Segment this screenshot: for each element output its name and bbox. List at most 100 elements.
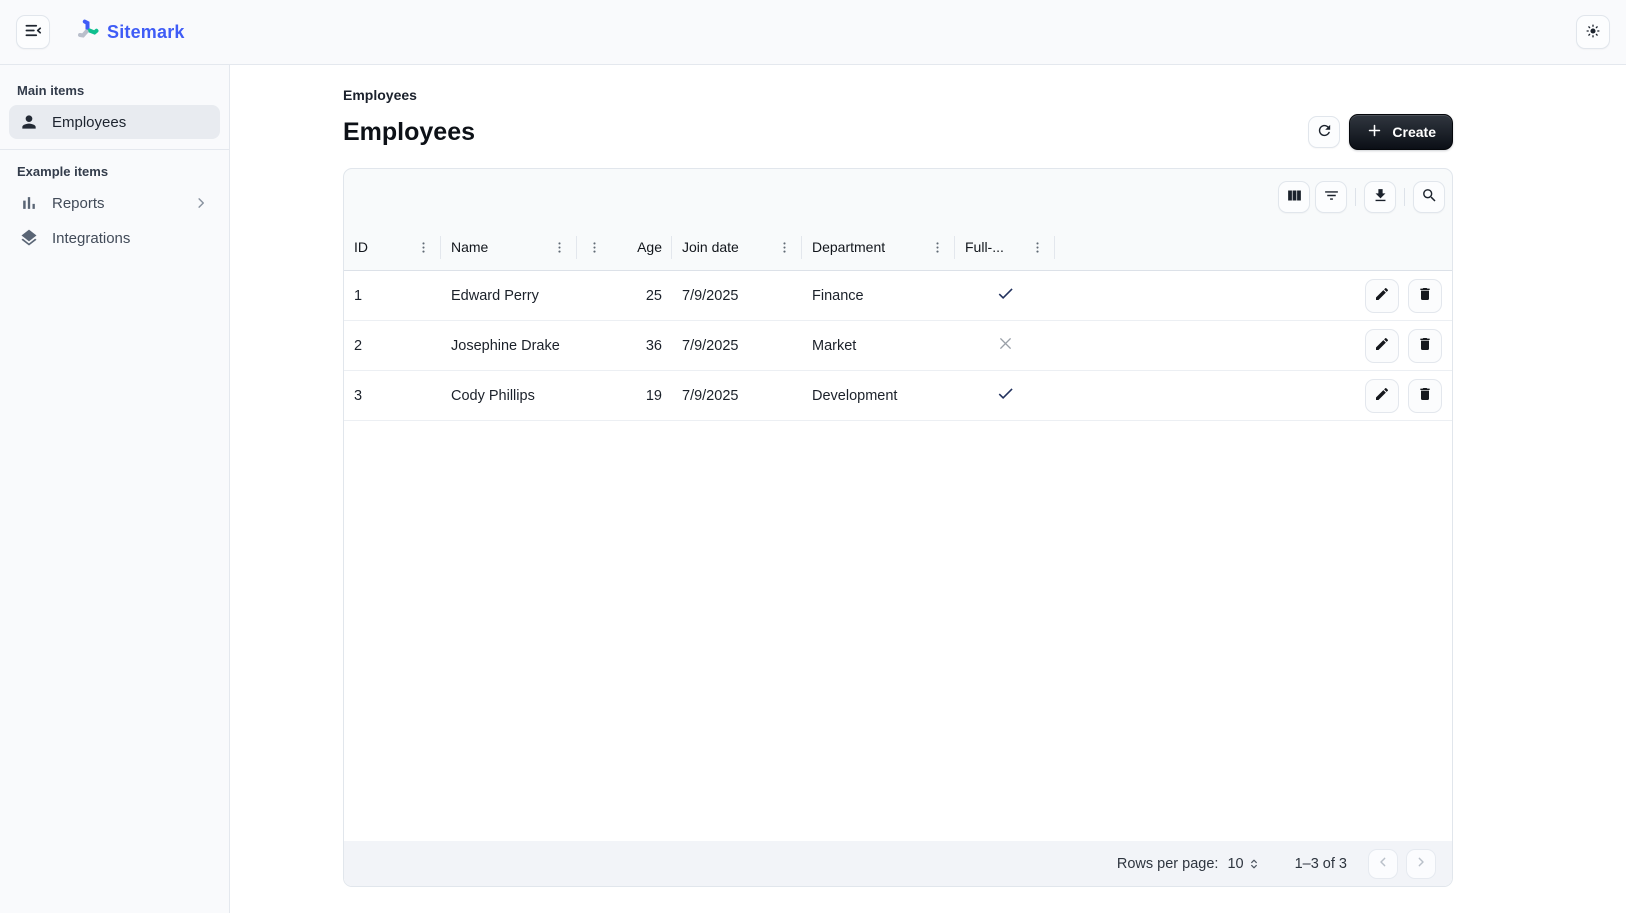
create-button-label: Create — [1392, 124, 1436, 140]
breadcrumb: Employees — [343, 65, 1453, 103]
toolbar-separator — [1355, 188, 1356, 206]
grid-body: 1 Edward Perry 25 7/9/2025 Finance — [344, 271, 1452, 886]
plus-icon — [1366, 122, 1383, 142]
column-header-full-time[interactable]: Full-... — [955, 224, 1055, 270]
cell-actions — [1342, 279, 1452, 313]
search-button[interactable] — [1413, 181, 1445, 213]
sidebar-section-example-items: Example items — [0, 156, 229, 185]
sidebar-item-label: Reports — [52, 195, 105, 212]
pencil-icon — [1374, 286, 1390, 305]
sitemark-logo[interactable]: Sitemark — [77, 19, 185, 46]
unfold-more-icon — [1247, 857, 1261, 871]
pencil-icon — [1374, 386, 1390, 405]
chevron-right-icon — [192, 194, 210, 212]
cell-full-time — [955, 334, 1055, 357]
sidebar-item-label: Employees — [52, 114, 126, 131]
sidebar: Main items Employees Example items Repor… — [0, 65, 230, 913]
delete-button[interactable] — [1408, 379, 1442, 413]
pencil-icon — [1374, 336, 1390, 355]
export-button[interactable] — [1364, 181, 1396, 213]
rows-per-page-value: 10 — [1227, 856, 1243, 872]
edit-button[interactable] — [1365, 379, 1399, 413]
data-grid: ID Name A — [343, 168, 1453, 887]
page-title: Employees — [343, 118, 475, 147]
column-header-name[interactable]: Name — [441, 224, 577, 270]
grid-footer: Rows per page: 10 1–3 of 3 — [344, 841, 1452, 886]
toolbar-separator — [1404, 188, 1405, 206]
cell-department: Development — [802, 388, 955, 404]
delete-button[interactable] — [1408, 329, 1442, 363]
cell-actions — [1342, 329, 1452, 363]
delete-button[interactable] — [1408, 279, 1442, 313]
sidebar-item-employees[interactable]: Employees — [9, 105, 220, 139]
cell-age: 36 — [577, 338, 672, 354]
close-icon — [996, 334, 1015, 357]
sidebar-item-reports[interactable]: Reports — [9, 186, 220, 220]
column-header-id[interactable]: ID — [344, 224, 441, 270]
pagination-range: 1–3 of 3 — [1295, 856, 1347, 872]
column-menu-icon[interactable] — [552, 240, 567, 255]
column-menu-icon[interactable] — [416, 240, 431, 255]
trash-icon — [1417, 386, 1433, 405]
menu-open-icon — [24, 21, 43, 43]
trash-icon — [1417, 286, 1433, 305]
download-icon — [1372, 187, 1389, 207]
cell-age: 25 — [577, 288, 672, 304]
grid-empty-area — [344, 421, 1452, 841]
column-menu-icon[interactable] — [587, 240, 602, 255]
column-header-age[interactable]: Age — [577, 224, 672, 270]
previous-page-button[interactable] — [1368, 849, 1398, 879]
cell-id: 1 — [344, 288, 441, 304]
cell-id: 3 — [344, 388, 441, 404]
column-menu-icon[interactable] — [930, 240, 945, 255]
cell-full-time — [955, 284, 1055, 307]
cell-id: 2 — [344, 338, 441, 354]
cell-name: Cody Phillips — [441, 388, 577, 404]
refresh-icon — [1316, 122, 1333, 142]
columns-icon — [1286, 187, 1303, 207]
table-row[interactable]: 2 Josephine Drake 36 7/9/2025 Market — [344, 321, 1452, 371]
collapse-sidebar-button[interactable] — [16, 15, 50, 49]
person-icon — [19, 112, 39, 132]
create-button[interactable]: Create — [1349, 114, 1453, 150]
cell-name: Edward Perry — [441, 288, 577, 304]
sidebar-item-label: Integrations — [52, 230, 130, 247]
logo-text: Sitemark — [107, 22, 185, 43]
grid-header-row: ID Name A — [344, 224, 1452, 271]
sun-icon — [1584, 22, 1602, 43]
cell-age: 19 — [577, 388, 672, 404]
column-header-department[interactable]: Department — [802, 224, 955, 270]
grid-toolbar — [344, 169, 1452, 224]
next-page-button[interactable] — [1406, 849, 1436, 879]
sidebar-divider — [0, 149, 229, 150]
cell-full-time — [955, 384, 1055, 407]
refresh-button[interactable] — [1308, 116, 1340, 148]
sidebar-item-integrations[interactable]: Integrations — [9, 221, 220, 255]
chevron-right-icon — [1413, 854, 1429, 873]
check-icon — [996, 384, 1015, 407]
cell-name: Josephine Drake — [441, 338, 577, 354]
search-icon — [1421, 187, 1438, 207]
edit-button[interactable] — [1365, 329, 1399, 363]
rows-per-page-select[interactable]: 10 — [1227, 856, 1260, 872]
main-content: Employees Employees — [230, 65, 1626, 913]
column-header-join-date[interactable]: Join date — [672, 224, 802, 270]
bar-chart-icon — [19, 193, 39, 213]
cell-join-date: 7/9/2025 — [672, 338, 802, 354]
column-menu-icon[interactable] — [777, 240, 792, 255]
table-row[interactable]: 1 Edward Perry 25 7/9/2025 Finance — [344, 271, 1452, 321]
columns-button[interactable] — [1278, 181, 1310, 213]
column-menu-icon[interactable] — [1030, 240, 1045, 255]
table-row[interactable]: 3 Cody Phillips 19 7/9/2025 Development — [344, 371, 1452, 421]
sidebar-section-main-items: Main items — [0, 75, 229, 104]
cell-actions — [1342, 379, 1452, 413]
trash-icon — [1417, 336, 1433, 355]
filter-button[interactable] — [1315, 181, 1347, 213]
theme-toggle-button[interactable] — [1576, 15, 1610, 49]
column-header-actions — [1342, 224, 1452, 270]
cell-department: Finance — [802, 288, 955, 304]
topbar: Sitemark — [0, 0, 1626, 65]
edit-button[interactable] — [1365, 279, 1399, 313]
chevron-left-icon — [1375, 854, 1391, 873]
rows-per-page-label: Rows per page: — [1117, 856, 1219, 872]
